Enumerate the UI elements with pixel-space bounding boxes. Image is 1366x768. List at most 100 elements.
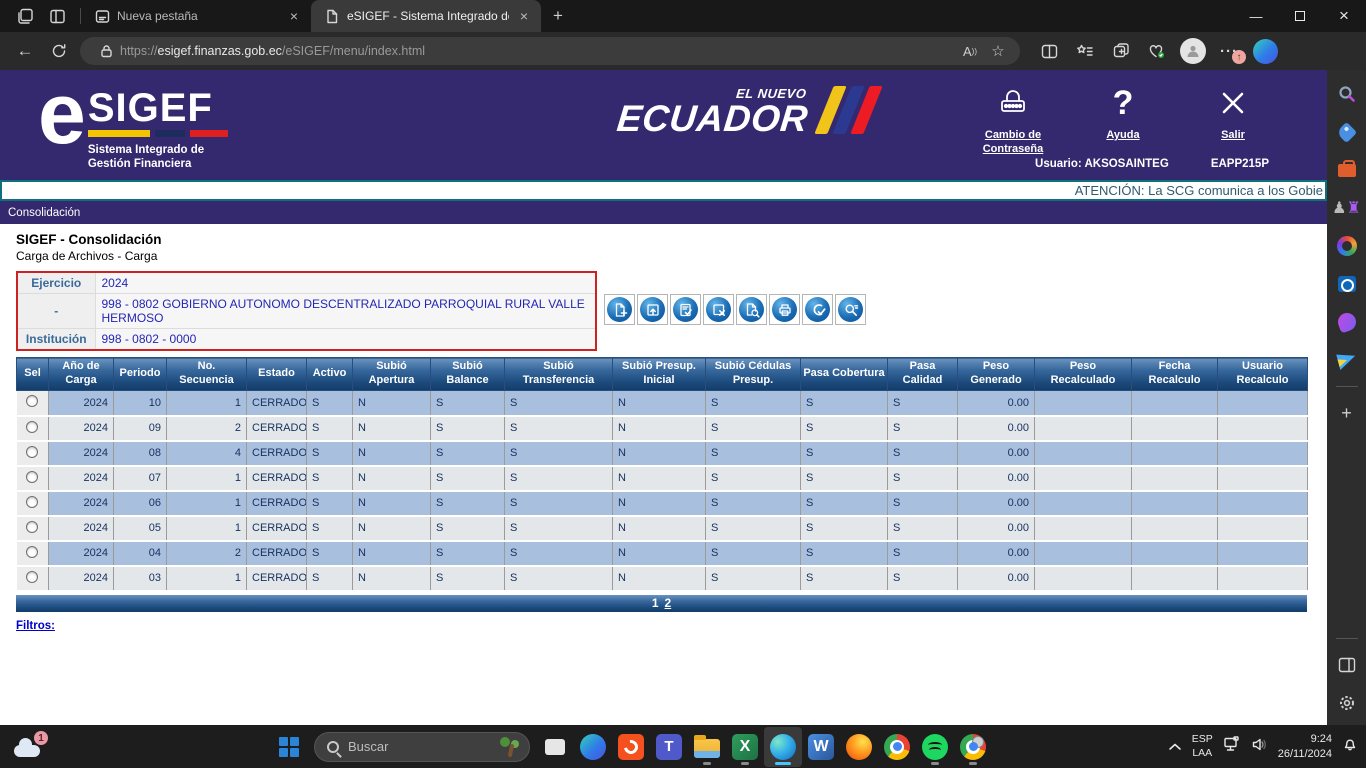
row-radio-button[interactable]	[26, 395, 39, 408]
url-text[interactable]: https://esigef.finanzas.gob.ec/eSIGEF/me…	[120, 44, 956, 58]
taskbar-word[interactable]: W	[802, 727, 840, 767]
workspaces-icon[interactable]	[16, 7, 34, 25]
help-button[interactable]: ? Ayuda	[1081, 82, 1165, 157]
sidebar-add-icon[interactable]: +	[1335, 401, 1359, 425]
tray-chevron-icon[interactable]	[1168, 738, 1182, 756]
change-password-button[interactable]: Cambio de Contraseña	[971, 82, 1055, 157]
cell-anio-carga: 2024	[48, 440, 114, 467]
col-anio-carga: Año de Carga	[48, 357, 114, 391]
sidebar-outlook-icon[interactable]	[1335, 272, 1359, 296]
maximize-icon[interactable]	[1278, 0, 1322, 32]
approve-check-button[interactable]	[802, 294, 833, 325]
table-row[interactable]: 2024 07 1 CERRADO S N S S N S S S 0.00	[16, 465, 1308, 492]
upload-save-button[interactable]	[637, 294, 668, 325]
print-button[interactable]	[769, 294, 800, 325]
sidebar-m365-icon[interactable]	[1335, 234, 1359, 258]
minimize-icon[interactable]: —	[1234, 0, 1278, 32]
taskbar-file-explorer[interactable]	[688, 727, 726, 767]
row-radio-button[interactable]	[26, 570, 39, 583]
row-radio-button[interactable]	[26, 520, 39, 533]
sidebar-games-icon[interactable]: ♟ ♜	[1332, 196, 1361, 220]
task-view-button[interactable]	[536, 727, 574, 767]
split-screen-icon[interactable]	[1034, 37, 1064, 65]
exit-button[interactable]: Salir	[1191, 82, 1275, 157]
table-row[interactable]: 2024 09 2 CERRADO S N S S N S S S 0.00	[16, 415, 1308, 442]
table-row[interactable]: 2024 04 2 CERRADO S N S S N S S S 0.00	[16, 540, 1308, 567]
row-radio-button[interactable]	[26, 470, 39, 483]
tab-close-icon[interactable]: ×	[285, 8, 303, 24]
table-row[interactable]: 2024 05 1 CERRADO S N S S N S S S 0.00	[16, 515, 1308, 542]
browser-essentials-icon[interactable]	[1142, 37, 1172, 65]
taskbar-search[interactable]: Buscar	[314, 731, 530, 762]
row-radio-button[interactable]	[26, 545, 39, 558]
taskbar-spotify[interactable]	[916, 727, 954, 767]
table-row[interactable]: 2024 08 4 CERRADO S N S S N S S S 0.00	[16, 440, 1308, 467]
notifications-bell-icon[interactable]	[1342, 736, 1358, 757]
close-icon[interactable]: ×	[1322, 0, 1366, 32]
taskbar-edge[interactable]	[764, 726, 802, 767]
taskbar-pdf-app[interactable]	[612, 727, 650, 767]
row-select-cell[interactable]	[16, 540, 49, 567]
sidebar-send-icon[interactable]	[1335, 348, 1359, 372]
filtros-link[interactable]: Filtros:	[16, 620, 55, 632]
profile-avatar[interactable]	[1178, 37, 1208, 65]
favorites-icon[interactable]	[1070, 37, 1100, 65]
tab-esigef[interactable]: eSIGEF - Sistema Integrado de G ×	[311, 0, 541, 32]
breadcrumb[interactable]: Consolidación	[0, 201, 1327, 224]
new-tab-button[interactable]: +	[541, 6, 575, 26]
page-link-2[interactable]: 2	[665, 596, 672, 610]
taskbar-excel[interactable]: X	[726, 727, 764, 767]
new-record-button[interactable]	[604, 294, 635, 325]
sidebar-shopping-icon[interactable]	[1335, 120, 1359, 144]
clock-widget[interactable]: 9:24 26/11/2024	[1278, 732, 1332, 761]
sidebar-toggle-icon[interactable]	[1335, 653, 1359, 677]
sidebar-search-icon[interactable]	[1335, 82, 1359, 106]
taskbar-teams[interactable]: T	[650, 727, 688, 767]
row-select-cell[interactable]	[16, 390, 49, 417]
taskbar-firefox[interactable]	[840, 727, 878, 767]
copilot-icon[interactable]	[1250, 37, 1280, 65]
taskbar-copilot-button[interactable]	[574, 727, 612, 767]
sidebar-divider	[1335, 386, 1358, 387]
lock-icon[interactable]	[92, 39, 120, 63]
weather-widget[interactable]: 1	[14, 731, 48, 761]
row-select-cell[interactable]	[16, 415, 49, 442]
row-radio-button[interactable]	[26, 445, 39, 458]
address-bar[interactable]: https://esigef.finanzas.gob.ec/eSIGEF/me…	[80, 37, 1020, 65]
view-detail-button[interactable]	[736, 294, 767, 325]
delete-record-button[interactable]	[703, 294, 734, 325]
table-row[interactable]: 2024 10 1 CERRADO S N S S N S S S 0.00	[16, 390, 1308, 417]
table-row[interactable]: 2024 06 1 CERRADO S N S S N S S S 0.00	[16, 490, 1308, 517]
favorite-star-icon[interactable]: ☆	[984, 39, 1012, 63]
cell-subio-cedulas: S	[705, 465, 801, 492]
row-radio-button[interactable]	[26, 495, 39, 508]
network-icon[interactable]	[1223, 736, 1241, 757]
sidebar-tools-icon[interactable]	[1335, 158, 1359, 182]
row-select-cell[interactable]	[16, 440, 49, 467]
settings-menu-icon[interactable]: ··· ↑	[1214, 37, 1246, 65]
row-select-cell[interactable]	[16, 490, 49, 517]
sidebar-settings-gear-icon[interactable]	[1335, 691, 1359, 715]
taskbar-chrome-profile[interactable]	[954, 727, 992, 767]
sidebar-drop-icon[interactable]	[1334, 310, 1359, 334]
validate-form-button[interactable]	[670, 294, 701, 325]
row-radio-button[interactable]	[26, 420, 39, 433]
collections-icon[interactable]	[1106, 37, 1136, 65]
read-aloud-icon[interactable]: A))	[956, 39, 984, 63]
tab-close-icon[interactable]: ×	[515, 8, 533, 24]
vertical-tabs-icon[interactable]	[48, 7, 66, 25]
back-icon[interactable]: ←	[8, 36, 42, 66]
row-select-cell[interactable]	[16, 465, 49, 492]
tab-nueva-pestana[interactable]: Nueva pestaña ×	[81, 0, 311, 32]
form-row-entidad: - 998 - 0802 GOBIERNO AUTONOMO DESCENTRA…	[16, 293, 597, 329]
table-row[interactable]: 2024 03 1 CERRADO S N S S N S S S 0.00	[16, 565, 1308, 592]
start-button[interactable]	[270, 727, 308, 767]
esigef-logo-stripes	[87, 130, 228, 137]
volume-icon[interactable]	[1251, 737, 1268, 757]
row-select-cell[interactable]	[16, 515, 49, 542]
taskbar-chrome[interactable]	[878, 727, 916, 767]
row-select-cell[interactable]	[16, 565, 49, 592]
language-indicator[interactable]: ESP LAA	[1192, 733, 1213, 759]
consult-search-button[interactable]	[835, 294, 866, 325]
refresh-icon[interactable]	[42, 36, 76, 66]
